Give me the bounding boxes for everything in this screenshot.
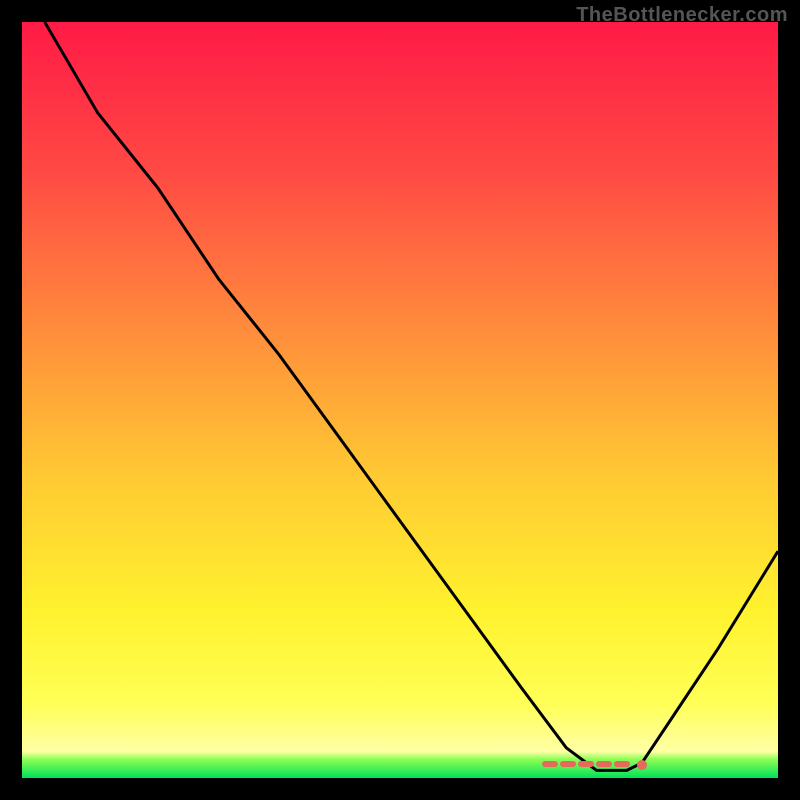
chart-svg	[22, 22, 778, 778]
highlight-dot	[637, 760, 647, 770]
watermark-text: TheBottleneсker.com	[576, 4, 788, 27]
chart-plot	[22, 22, 778, 778]
chart-frame: TheBottleneсker.com	[0, 0, 800, 800]
gradient-bg	[22, 22, 778, 778]
